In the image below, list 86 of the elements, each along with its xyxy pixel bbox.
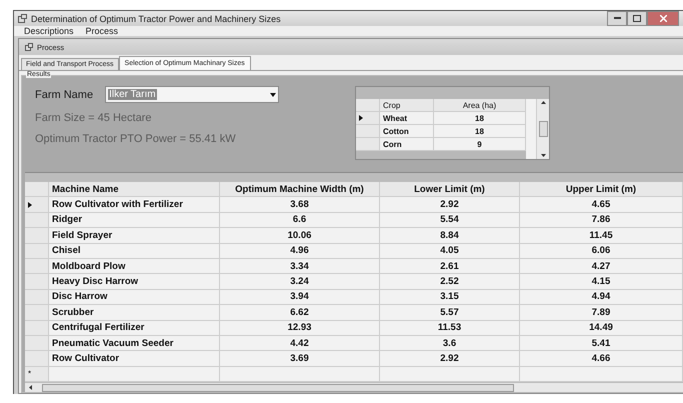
- window-title: Determination of Optimum Tractor Power and Machinery Sizes: [31, 14, 281, 24]
- table-cell: 4.96: [220, 244, 380, 259]
- app-icon: [18, 14, 27, 23]
- table-cell: 9: [434, 138, 526, 151]
- new-row-marker[interactable]: *: [25, 366, 49, 382]
- farm-name-dropdown[interactable]: Ilker Tarım: [105, 86, 280, 103]
- table-cell: 4.15: [520, 274, 683, 290]
- row-header: [25, 182, 49, 198]
- minimize-button[interactable]: [607, 11, 627, 26]
- scroll-up-icon[interactable]: [540, 101, 546, 104]
- table-cell: Centrifugal Fertilizer: [49, 320, 220, 336]
- table-cell: 2.61: [380, 258, 520, 274]
- maximize-button[interactable]: [627, 11, 647, 26]
- table-cell: 4.05: [380, 244, 520, 259]
- close-icon: [660, 15, 666, 22]
- scroll-thumb[interactable]: [538, 121, 548, 137]
- column-header: Optimum Machine Width (m): [220, 182, 380, 198]
- pto-power-text: Optimum Tractor PTO Power = 55.41 kW: [35, 133, 237, 145]
- table-cell: Corn: [380, 138, 434, 151]
- table-cell: Pneumatic Vacuum Seeder: [49, 336, 220, 352]
- table-cell: 6.06: [520, 244, 683, 259]
- table-cell: 3.15: [380, 290, 520, 306]
- row-header: [356, 99, 380, 112]
- table-cell: 11.45: [520, 228, 683, 244]
- close-button[interactable]: [647, 11, 679, 26]
- vertical-scrollbar[interactable]: [536, 99, 549, 159]
- table-cell: 4.66: [520, 351, 683, 367]
- current-row-icon: [359, 115, 363, 121]
- table-cell: 8.84: [380, 228, 520, 244]
- column-header: Upper Limit (m): [520, 182, 683, 198]
- table-cell: 14.49: [520, 320, 683, 336]
- table-cell: 6.6: [220, 212, 380, 228]
- table-cell: Field Sprayer: [49, 228, 220, 244]
- scroll-thumb[interactable]: [42, 384, 514, 392]
- horizontal-scrollbar[interactable]: [25, 382, 683, 392]
- table-cell: 18: [434, 112, 526, 125]
- table-cell: 3.69: [220, 351, 380, 367]
- table-cell: 2.52: [380, 274, 520, 290]
- table-cell: Wheat: [380, 112, 434, 125]
- table-cell: 5.54: [380, 212, 520, 228]
- table-cell: 2.92: [380, 351, 520, 367]
- table-cell: 18: [434, 125, 526, 138]
- table-cell: Heavy Disc Harrow: [49, 274, 220, 290]
- table-cell: Row Cultivator: [49, 351, 220, 367]
- maximize-icon: [633, 15, 641, 22]
- table-cell: Disc Harrow: [49, 290, 220, 306]
- scroll-down-icon[interactable]: [540, 154, 546, 157]
- column-header: Lower Limit (m): [380, 182, 520, 198]
- caret-icon: [270, 92, 276, 96]
- table-cell: 5.57: [380, 305, 520, 321]
- table-cell: 7.86: [520, 212, 683, 228]
- table-cell: 3.68: [220, 197, 380, 213]
- table-cell: 4.65: [520, 197, 683, 213]
- menu-item[interactable]: Descriptions: [24, 26, 74, 36]
- table-cell: 5.41: [520, 336, 683, 352]
- table-cell: Cotton: [380, 125, 434, 138]
- table-cell: Scrubber: [49, 305, 220, 321]
- table-cell: Moldboard Plow: [49, 258, 220, 274]
- table-cell: 2.92: [380, 197, 520, 213]
- farm-size-text: Farm Size = 45 Hectare: [35, 112, 152, 124]
- table-cell: 12.93: [220, 320, 380, 336]
- table-cell: 7.89: [520, 305, 683, 321]
- menu-item[interactable]: Process: [86, 26, 118, 36]
- row-header[interactable]: [356, 112, 380, 125]
- table-cell: 3.24: [220, 274, 380, 290]
- table-cell: 3.34: [220, 258, 380, 274]
- table-cell: 4.94: [520, 290, 683, 306]
- table-cell: 3.6: [380, 336, 520, 352]
- table-cell: Ridger: [49, 212, 220, 228]
- app-icon: [25, 43, 33, 51]
- table-cell: Chisel: [49, 244, 220, 259]
- column-header: Machine Name: [49, 182, 220, 198]
- table-cell: 4.27: [520, 258, 683, 274]
- column-header: Area (ha): [434, 99, 526, 112]
- table-cell: 3.94: [220, 290, 380, 306]
- table-cell: 6.62: [220, 305, 380, 321]
- table-cell: 10.06: [220, 228, 380, 244]
- table-cell: 4.42: [220, 336, 380, 352]
- row-header[interactable]: [25, 197, 49, 213]
- field-label: Farm Name: [35, 88, 94, 100]
- current-row-icon: [28, 202, 32, 208]
- minimize-icon: [614, 17, 620, 20]
- column-header: Crop: [380, 99, 434, 112]
- scroll-left-icon[interactable]: [29, 385, 32, 390]
- table-cell: 11.53: [380, 320, 520, 336]
- table-cell: Row Cultivator with Fertilizer: [49, 197, 220, 213]
